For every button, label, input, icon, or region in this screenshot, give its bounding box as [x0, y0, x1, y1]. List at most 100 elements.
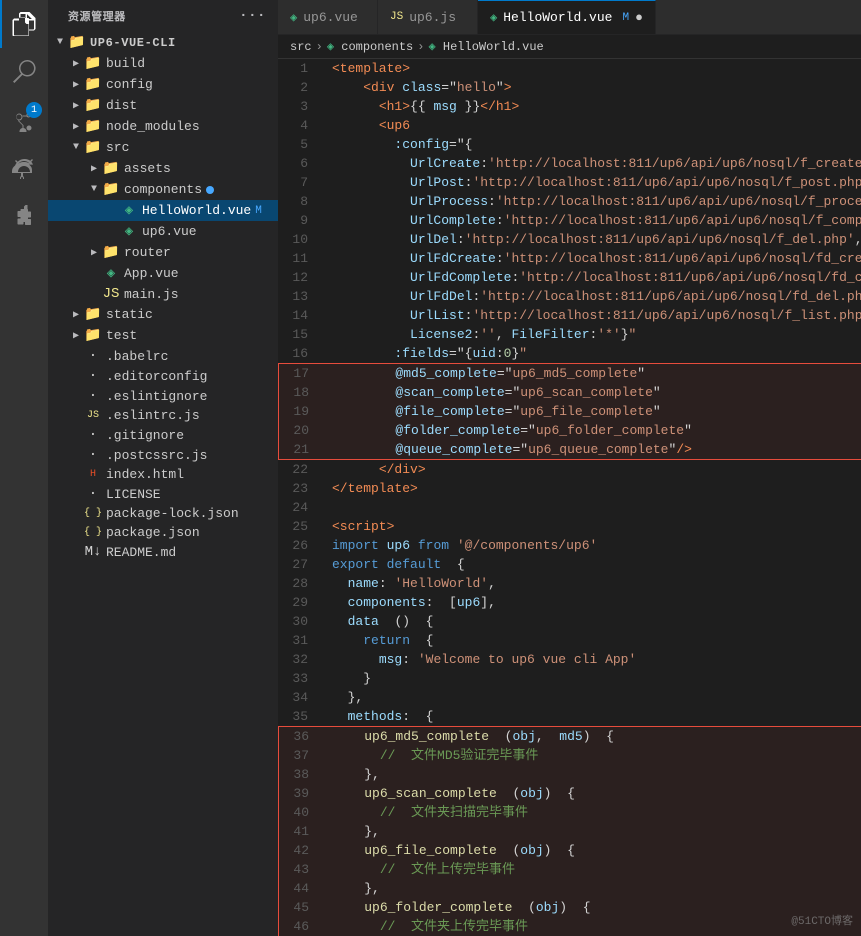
tree-item-static[interactable]: ▶ 📁 static	[48, 304, 278, 325]
router-label: router	[124, 245, 171, 260]
tree-item-src[interactable]: ▼ 📁 src	[48, 137, 278, 158]
src-arrow: ▼	[68, 142, 84, 153]
packagejson-icon: { }	[84, 527, 102, 538]
code-line-24: 24	[278, 498, 861, 517]
tree-item-gitignore[interactable]: ▶ · .gitignore	[48, 425, 278, 445]
editor[interactable]: 1 <template> 2 <div class="hello"> 3 <h1…	[278, 59, 861, 936]
static-arrow: ▶	[68, 309, 84, 321]
packagelock-label: package-lock.json	[106, 506, 239, 521]
lc-33: }	[324, 669, 861, 688]
eslintrc-icon: JS	[84, 410, 102, 421]
files-activity-icon[interactable]	[0, 0, 48, 48]
ln-23: 23	[278, 479, 320, 498]
components-icon: 📁	[102, 181, 120, 198]
source-control-badge: 1	[26, 102, 42, 118]
static-label: static	[106, 307, 153, 322]
ln-19: 19	[279, 402, 321, 421]
extensions-activity-icon[interactable]	[0, 192, 48, 240]
tab-up6js[interactable]: JS up6.js	[378, 0, 478, 34]
breadcrumb-src: src	[290, 40, 312, 54]
tree-item-helloworld[interactable]: ▶ ◈ HelloWorld.vue M	[48, 200, 278, 221]
lc-16: :fields="{uid:0}"	[324, 344, 861, 363]
tree-item-babelrc[interactable]: ▶ · .babelrc	[48, 346, 278, 366]
lc-34: },	[324, 688, 861, 707]
source-control-activity-icon[interactable]: 1	[0, 96, 48, 144]
code-line-41: 41 },	[279, 822, 861, 841]
babelrc-icon: ·	[84, 348, 102, 364]
appvue-label: App.vue	[124, 266, 179, 281]
ln-29: 29	[278, 593, 320, 612]
tree-item-indexhtml[interactable]: ▶ H index.html	[48, 465, 278, 484]
tree-item-assets[interactable]: ▶ 📁 assets	[48, 158, 278, 179]
tree-item-packagelock[interactable]: ▶ { } package-lock.json	[48, 504, 278, 523]
tab-helloworld-modified: M	[622, 12, 629, 24]
ln-41: 41	[279, 822, 321, 841]
up6vue-icon: ◈	[120, 223, 138, 240]
code-line-18: 18 @scan_complete="up6_scan_complete"	[279, 383, 861, 402]
tab-up6vue[interactable]: ◈ up6.vue	[278, 0, 378, 34]
tab-up6js-icon: JS	[390, 11, 403, 23]
tree-root[interactable]: ▼ 📁 UP6-VUE-CLI	[48, 32, 278, 53]
code-line-12: 12 UrlFdComplete:'http://localhost:811/u…	[278, 268, 861, 287]
breadcrumb-sep1: ›	[316, 40, 323, 54]
ln-13: 13	[278, 287, 320, 306]
tree-item-postcssrc[interactable]: ▶ · .postcssrc.js	[48, 445, 278, 465]
build-arrow: ▶	[68, 58, 84, 70]
lc-5: :config="{	[324, 135, 861, 154]
debug-activity-icon[interactable]	[0, 144, 48, 192]
main-area: ◈ up6.vue JS up6.js ◈ HelloWorld.vue M ●…	[278, 0, 861, 936]
tree-item-components[interactable]: ▼ 📁 components	[48, 179, 278, 200]
eslintrc-label: .eslintrc.js	[106, 408, 200, 423]
lc-11: UrlFdCreate:'http://localhost:811/up6/ap…	[324, 249, 861, 268]
search-activity-icon[interactable]	[0, 48, 48, 96]
editorconfig-icon: ·	[84, 368, 102, 384]
tree-item-dist[interactable]: ▶ 📁 dist	[48, 95, 278, 116]
ln-44: 44	[279, 879, 321, 898]
lc-28: name: 'HelloWorld',	[324, 574, 861, 593]
config-label: config	[106, 77, 153, 92]
tab-helloworld[interactable]: ◈ HelloWorld.vue M ●	[478, 0, 656, 34]
editor-content: 1 <template> 2 <div class="hello"> 3 <h1…	[278, 59, 861, 936]
code-line-26: 26 import up6 from '@/components/up6'	[278, 536, 861, 555]
lc-19: @file_complete="up6_file_complete"	[325, 402, 861, 421]
tree-item-license[interactable]: ▶ · LICENSE	[48, 484, 278, 504]
tree-item-router[interactable]: ▶ 📁 router	[48, 242, 278, 263]
code-line-22: 22 </div>	[278, 460, 861, 479]
code-line-15: 15 License2:'', FileFilter:'*'}"	[278, 325, 861, 344]
lc-12: UrlFdComplete:'http://localhost:811/up6/…	[324, 268, 861, 287]
tree-item-appvue[interactable]: ▶ ◈ App.vue	[48, 263, 278, 284]
lc-23: </template>	[324, 479, 861, 498]
ln-45: 45	[279, 898, 321, 917]
components-modified-dot	[206, 186, 214, 194]
code-line-7: 7 UrlPost:'http://localhost:811/up6/api/…	[278, 173, 861, 192]
ln-18: 18	[279, 383, 321, 402]
tree-item-eslintignore[interactable]: ▶ · .eslintignore	[48, 386, 278, 406]
tree-item-config[interactable]: ▶ 📁 config	[48, 74, 278, 95]
ln-42: 42	[279, 841, 321, 860]
src-icon: 📁	[84, 139, 102, 156]
helloworld-icon: ◈	[120, 202, 138, 219]
lc-8: UrlProcess:'http://localhost:811/up6/api…	[324, 192, 861, 211]
code-line-6: 6 UrlCreate:'http://localhost:811/up6/ap…	[278, 154, 861, 173]
sidebar-actions[interactable]: ···	[239, 8, 266, 24]
tree-item-mainjs[interactable]: ▶ JS main.js	[48, 284, 278, 304]
tree-item-readme[interactable]: ▶ M↓ README.md	[48, 542, 278, 562]
lc-35: methods: {	[324, 707, 861, 726]
lc-25: <script>	[324, 517, 861, 536]
assets-arrow: ▶	[86, 163, 102, 175]
tab-helloworld-icon: ◈	[490, 10, 497, 25]
tree-item-test[interactable]: ▶ 📁 test	[48, 325, 278, 346]
ln-7: 7	[278, 173, 320, 192]
lc-13: UrlFdDel:'http://localhost:811/up6/api/u…	[324, 287, 861, 306]
tab-up6js-label: up6.js	[409, 10, 456, 25]
tree-item-editorconfig[interactable]: ▶ · .editorconfig	[48, 366, 278, 386]
tree-item-packagejson[interactable]: ▶ { } package.json	[48, 523, 278, 542]
ln-1: 1	[278, 59, 320, 78]
test-icon: 📁	[84, 327, 102, 344]
tree-item-eslintrc[interactable]: ▶ JS .eslintrc.js	[48, 406, 278, 425]
tree-item-build[interactable]: ▶ 📁 build	[48, 53, 278, 74]
ln-30: 30	[278, 612, 320, 631]
ln-31: 31	[278, 631, 320, 650]
tree-item-up6vue[interactable]: ▶ ◈ up6.vue	[48, 221, 278, 242]
tree-item-node-modules[interactable]: ▶ 📁 node_modules	[48, 116, 278, 137]
